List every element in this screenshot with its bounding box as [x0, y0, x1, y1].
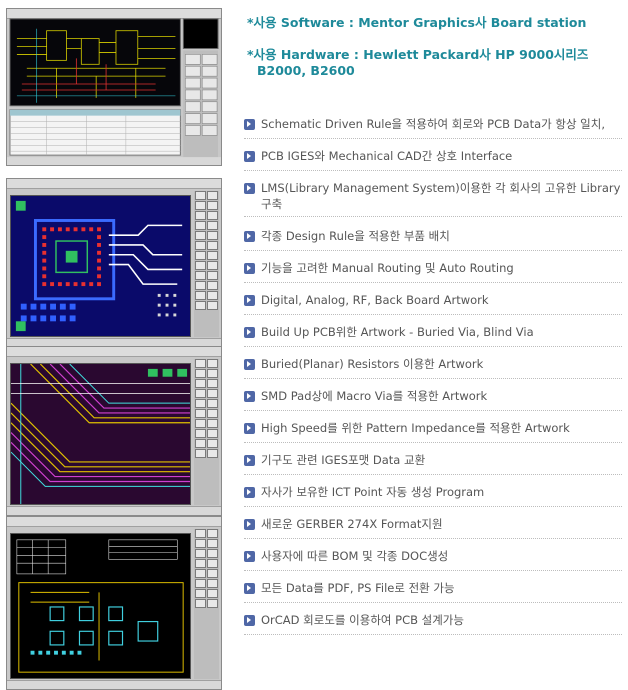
menubar — [7, 179, 221, 189]
arrow-bullet-icon — [244, 263, 255, 274]
layout-screenshot-bga — [6, 178, 222, 348]
list-item: PCB IGES와 Mechanical CAD간 상호 Interface — [244, 148, 622, 171]
list-item: SMD Pad상에 Macro Via를 적용한 Artwork — [244, 388, 622, 411]
arrow-bullet-icon — [244, 151, 255, 162]
arrow-bullet-icon — [244, 391, 255, 402]
layout-canvas — [10, 533, 191, 679]
arrow-bullet-icon — [244, 615, 255, 626]
arrow-bullet-icon — [244, 551, 255, 562]
arrow-bullet-icon — [244, 119, 255, 130]
routing-drawing — [11, 364, 190, 504]
list-item: LMS(Library Management System)이용한 각 회사의 … — [244, 180, 622, 217]
tool-palette — [194, 359, 219, 505]
arrow-bullet-icon — [244, 583, 255, 594]
list-item: 모든 Data를 PDF, PS File로 전환 가능 — [244, 580, 622, 603]
arrow-bullet-icon — [244, 519, 255, 530]
arrow-bullet-icon — [244, 183, 255, 194]
list-item: 기능을 고려한 Manual Routing 및 Auto Routing — [244, 260, 622, 283]
list-item: Buried(Planar) Resistors 이용한 Artwork — [244, 356, 622, 379]
hardware-heading: *사용 Hardware : Hewlett Packard사 HP 9000시… — [247, 47, 589, 62]
list-item: Digital, Analog, RF, Back Board Artwork — [244, 292, 622, 315]
layout-screenshot-board — [6, 516, 222, 690]
list-item: OrCAD 회로도를 이용하여 PCB 설계가능 — [244, 612, 622, 635]
arrow-bullet-icon — [244, 423, 255, 434]
arrow-bullet-icon — [244, 231, 255, 242]
bga-drawing — [11, 196, 190, 336]
list-item: 자사가 보유한 ICT Point 자동 생성 Program — [244, 484, 622, 507]
board-drawing — [11, 534, 190, 678]
list-item: 각종 Design Rule을 적용한 부품 배치 — [244, 228, 622, 251]
tool-palette — [194, 529, 219, 679]
list-item: Schematic Driven Rule을 적용하여 회로와 PCB Data… — [244, 116, 622, 139]
tool-palette — [194, 191, 219, 337]
arrow-bullet-icon — [244, 359, 255, 370]
arrow-bullet-icon — [244, 327, 255, 338]
arrow-bullet-icon — [244, 455, 255, 466]
arrow-bullet-icon — [244, 295, 255, 306]
list-item: 새로운 GERBER 274X Format지원 — [244, 516, 622, 539]
arrow-bullet-icon — [244, 487, 255, 498]
list-item: 기구도 관련 IGES포맷 Data 교환 — [244, 452, 622, 475]
layout-canvas — [10, 363, 191, 505]
menubar — [7, 517, 221, 527]
list-item: High Speed를 위한 Pattern Impedance를 적용한 Ar… — [244, 420, 622, 443]
layout-canvas — [10, 195, 191, 337]
statusbar — [7, 680, 221, 689]
schematic-screenshot — [6, 8, 222, 166]
layout-screenshot-routing — [6, 346, 222, 516]
menubar — [7, 347, 221, 357]
list-item: 사용자에 따른 BOM 및 각종 DOC생성 — [244, 548, 622, 571]
hardware-models: B2000, B2600 — [257, 63, 355, 78]
software-heading: *사용 Software : Mentor Graphics사 Board st… — [247, 15, 587, 30]
statusbar — [7, 506, 221, 515]
list-item: Build Up PCB위한 Artwork - Buried Via, Bli… — [244, 324, 622, 347]
schematic-drawing — [7, 18, 221, 165]
